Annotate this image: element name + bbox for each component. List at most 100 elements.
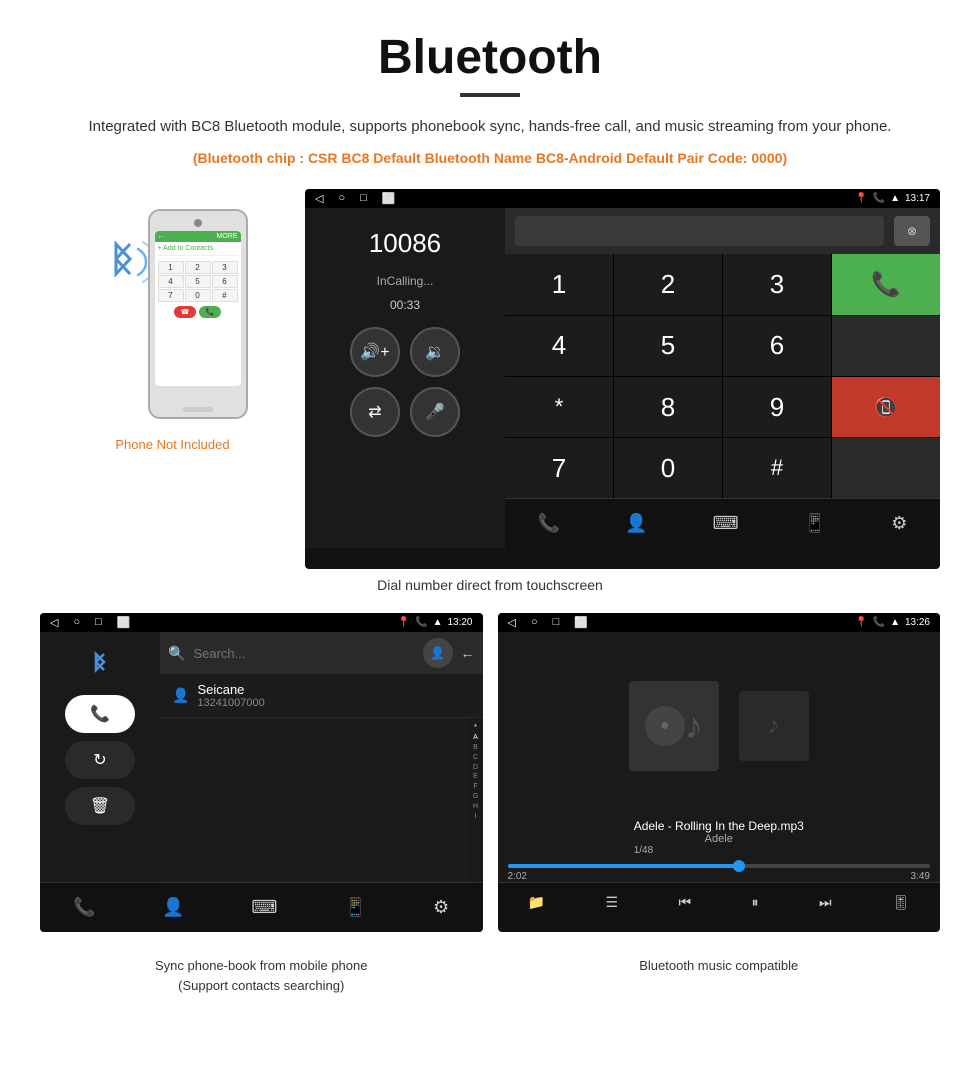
dialer-tab-settings[interactable]: ⚙ [891,513,907,534]
dialer-tab-contacts[interactable]: 👤 [625,513,647,534]
pb-letter-f: F [473,782,477,792]
key-5[interactable]: 5 [614,316,722,376]
phone-screen-top: ←MORE [155,231,241,242]
pb-contact-name: Seicane [197,682,264,697]
pb-content-area: * A B C D E F G H I [160,718,483,882]
transfer-icon: ⇄ [368,402,381,422]
music-controls-bar: 📁 ☰ ⏮ ⏸ ⏭ 🎚 [498,882,941,922]
music-list-btn[interactable]: ☰ [606,894,619,911]
volume-down-btn[interactable]: 🔉 [410,327,460,377]
volume-down-icon: 🔉 [425,342,445,362]
key-7[interactable]: 7 [505,438,613,498]
status-right-music: 📍 📞 ▲ 13:26 [855,617,930,628]
top-section: ←MORE + Add to Contacts 1 2 3 4 5 [40,189,940,569]
mic-icon: 🎤 [425,402,445,422]
pb-alphabet-index: * A B C D E F G H I [469,718,483,882]
music-time-current: 2:02 [508,871,527,882]
key-call-btn[interactable]: 📞 [832,254,940,314]
music-prev-btn[interactable]: ⏮ [679,894,692,911]
key-0[interactable]: 0 [614,438,722,498]
music-next-btn[interactable]: ⏭ [819,894,832,911]
music-back-icon: ◁ [508,616,516,629]
pb-notif-icon: ⬜ [117,616,131,629]
pb-bluetooth-icon [80,642,120,682]
pb-home-icon: ○ [73,616,80,629]
pb-tab-device[interactable]: 📱 [344,897,366,918]
pb-search-icon: 🔍 [168,645,185,662]
pb-tab-dialpad[interactable]: ⌨ [251,897,277,918]
pb-search-bar: 🔍 👤 ← [160,632,483,674]
pb-letter-h: H [473,802,478,812]
music-album-area: ● ♪ ♪ [498,632,941,819]
music-recents-icon: □ [553,616,560,629]
status-right-dialer: 📍 📞 ▲ 13:17 [855,193,930,204]
mic-btn[interactable]: 🎤 [410,387,460,437]
bottom-captions: Sync phone-book from mobile phone (Suppo… [40,940,940,995]
volume-up-btn[interactable]: 🔊+ [350,327,400,377]
key-6[interactable]: 6 [723,316,831,376]
music-song-info: Adele - Rolling In the Deep.mp3 Adele 1/… [634,819,804,859]
music-signal-icon: ▲ [890,617,900,628]
key-8[interactable]: 8 [614,377,722,437]
location-icon: 📍 [855,193,867,204]
call-signal-icon: 📞 [873,193,885,204]
pb-tab-calls[interactable]: 📞 [73,897,95,918]
key-3[interactable]: 3 [723,254,831,314]
key-4[interactable]: 4 [505,316,613,376]
pb-avatar-circle: 👤 [423,638,453,668]
pb-tab-settings[interactable]: ⚙ [433,897,449,918]
dialer-left-panel: 10086 InCalling... 00:33 🔊+ 🔉 ⇄ [305,208,505,548]
transfer-btn[interactable]: ⇄ [350,387,400,437]
dialer-time: 13:17 [905,193,930,204]
phone-divider [158,255,238,258]
pb-tab-contacts[interactable]: 👤 [162,897,184,918]
music-progress-area: 2:02 3:49 [498,864,941,882]
key-hash[interactable]: # [723,438,831,498]
dialer-tab-dialpad[interactable]: ⌨ [713,513,739,534]
pb-delete-icon-btn[interactable]: 🗑 [65,787,135,825]
dialer-body: 10086 InCalling... 00:33 🔊+ 🔉 ⇄ [305,208,940,548]
pb-search-input[interactable] [193,646,414,661]
page-description: Integrated with BC8 Bluetooth module, su… [40,115,940,139]
phone-key-8: 0 [185,289,211,302]
dialer-number: 10086 [369,228,441,259]
recents-icon: □ [360,192,367,205]
back-icon: ◁ [315,192,323,205]
music-play-pause-btn[interactable]: ⏸ [752,894,759,911]
key-2[interactable]: 2 [614,254,722,314]
phone-bottom-bar [183,407,213,412]
phonebook-caption: Sync phone-book from mobile phone (Suppo… [40,956,483,995]
phone-screen: ←MORE + Add to Contacts 1 2 3 4 5 [155,231,241,386]
pb-spacer [160,718,469,882]
phonebook-sidebar: 📞 ↻ 🗑 [40,632,160,882]
bluetooth-chip-info: (Bluetooth chip : CSR BC8 Default Blueto… [40,147,940,169]
music-folder-btn[interactable]: 📁 [528,894,545,911]
page-title: Bluetooth [40,30,940,85]
phone-body: ←MORE + Add to Contacts 1 2 3 4 5 [148,209,248,419]
pb-delete-symbol: 🗑 [90,796,110,816]
key-9[interactable]: 9 [723,377,831,437]
pb-signal-icon: ▲ [433,617,443,628]
dialer-tab-calls[interactable]: 📞 [538,513,560,534]
pb-back-arrow[interactable]: ← [461,645,475,661]
key-star[interactable]: * [505,377,613,437]
pb-contact-item[interactable]: 👤 Seicane 13241007000 [160,674,483,718]
dialer-controls-row2: ⇄ 🎤 [350,387,460,437]
title-underline [460,93,520,97]
music-equalizer-btn[interactable]: 🎚 [892,894,910,911]
call-red-icon: 📵 [874,395,899,420]
dialer-backspace-btn[interactable]: ⊗ [894,216,930,246]
key-end-call-btn[interactable]: 📵 [832,377,940,437]
pb-call-icon-btn[interactable]: 📞 [65,695,135,733]
dialer-input-field [515,216,884,246]
music-record-center: ● [645,706,685,746]
dialer-call-status: InCalling... [377,274,434,288]
pb-call-icon: 📞 [415,617,427,628]
dialer-tab-device[interactable]: 📱 [804,513,826,534]
phone-camera [194,219,202,227]
key-1[interactable]: 1 [505,254,613,314]
key-0-asterisk[interactable] [832,316,940,376]
key-empty [832,438,940,498]
dialer-screenshot: ◁ ○ □ ⬜ 📍 📞 ▲ 13:17 10086 InCalling... [305,189,940,569]
pb-sync-icon-btn[interactable]: ↻ [65,741,135,779]
